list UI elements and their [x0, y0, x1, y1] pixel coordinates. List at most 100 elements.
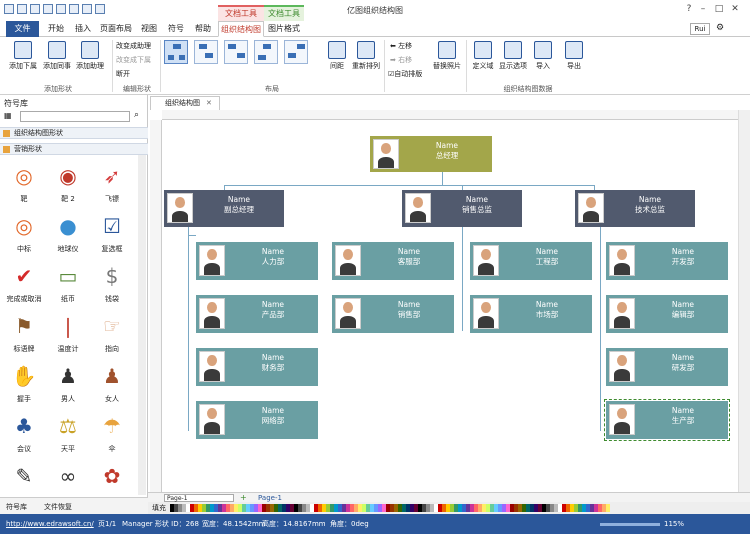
tab-insert[interactable]: 插入	[71, 21, 95, 37]
shape-target-2[interactable]: ◉ 靶 2	[46, 161, 90, 204]
minimize-icon[interactable]: –	[696, 3, 710, 15]
org-node-sales-director[interactable]: Name 销售总监	[402, 190, 522, 227]
shape-banknote[interactable]: ▭ 纸币	[46, 261, 90, 304]
add-assistant-button[interactable]: 添加助理	[75, 41, 105, 71]
drawing-canvas[interactable]: Name 总经理 Name 副总经理 Name 销售总监 Name 技术总监 Name 人…	[162, 120, 738, 492]
tab-file[interactable]: 文件	[6, 21, 39, 37]
shape-globe[interactable]: ● 地球仪	[46, 211, 90, 254]
import-button[interactable]: 导入	[531, 41, 555, 71]
org-node-vice-gm[interactable]: Name 副总经理	[164, 190, 284, 227]
shape-flower[interactable]: ✿	[90, 461, 134, 494]
window-title: 亿图组织结构图	[347, 6, 403, 15]
document-tab[interactable]: 组织结构图 ✕	[150, 96, 220, 110]
tab-help[interactable]: 帮助	[191, 21, 215, 37]
connector	[224, 185, 594, 186]
target-2-icon: ◉	[59, 164, 77, 188]
shape-handshake[interactable]: ✋ 握手	[2, 361, 46, 404]
replace-photo-button[interactable]: 替换照片	[432, 41, 462, 71]
org-node-hr[interactable]: Name 人力部	[196, 242, 318, 280]
context-group-org: 文档工具	[218, 5, 264, 21]
close-tab-icon[interactable]: ✕	[206, 99, 212, 107]
avatar	[473, 298, 499, 329]
rearrange-button[interactable]: 重新排列	[350, 41, 382, 71]
shape-dart[interactable]: ➶ 飞镖	[90, 161, 134, 204]
category-marketing-shapes[interactable]: 营销形状	[0, 143, 148, 155]
display-options-button[interactable]: 显示选项	[498, 41, 528, 71]
shape-umbrella[interactable]: ☂ 伞	[90, 411, 134, 454]
org-node-engineering[interactable]: Name 工程部	[470, 242, 592, 280]
shape-signpost[interactable]: ⚑ 标语牌	[2, 311, 46, 354]
tab-symbols[interactable]: 符号	[164, 21, 188, 37]
layout-option-2[interactable]	[194, 40, 218, 64]
add-page-icon[interactable]: +	[240, 493, 247, 502]
color-swatch[interactable]	[606, 504, 610, 512]
tab-org-chart[interactable]: 组织结构图	[218, 21, 264, 37]
change-to-subordinate-button[interactable]: 改变成下属	[116, 55, 151, 65]
org-node-ceo[interactable]: Name 总经理	[370, 136, 492, 172]
website-link[interactable]: http://www.edrawsoft.cn/	[6, 514, 94, 534]
org-node-finance[interactable]: Name 财务部	[196, 348, 318, 386]
page-selector[interactable]: Page-1	[164, 494, 234, 502]
tab-view[interactable]: 视图	[137, 21, 161, 37]
shape-bullseye[interactable]: ◎ 中标	[2, 211, 46, 254]
shape-man[interactable]: ♟ 男人	[46, 361, 90, 404]
shape-money-bag[interactable]: $ 钱袋	[90, 261, 134, 304]
tab-home[interactable]: 开始	[44, 21, 68, 37]
shape-glasses[interactable]: ∞	[46, 461, 90, 494]
org-node-development[interactable]: Name 开发部	[606, 242, 728, 280]
close-icon[interactable]: ✕	[728, 3, 742, 15]
layout-option-5[interactable]	[284, 40, 308, 64]
library-search-input[interactable]	[20, 111, 130, 122]
shape-scale[interactable]: ⚖ 天平	[46, 411, 90, 454]
maximize-icon[interactable]: □	[712, 3, 726, 15]
tab-picture-format[interactable]: 图片格式	[265, 21, 303, 37]
zoom-slider[interactable]	[600, 523, 660, 526]
org-node-sales[interactable]: Name 销售部	[332, 295, 454, 333]
export-button[interactable]: 导出	[562, 41, 586, 71]
layout-option-1[interactable]	[164, 40, 188, 64]
shape-checkbox[interactable]: ☑ 复选框	[90, 211, 134, 254]
layout-option-3[interactable]	[224, 40, 248, 64]
shape-done-cancel[interactable]: ✔ 完成或取消	[2, 261, 46, 304]
tab-symbol-library[interactable]: 符号库	[6, 502, 27, 512]
shape-thermometer[interactable]: ❘ 温度计	[46, 311, 90, 354]
layout-option-4[interactable]	[254, 40, 278, 64]
tab-file-recovery[interactable]: 文件恢复	[44, 502, 72, 512]
change-to-assistant-button[interactable]: 改变成助理	[116, 41, 151, 51]
shape-woman[interactable]: ♟ 女人	[90, 361, 134, 404]
divider	[384, 40, 385, 92]
spacing-button[interactable]: 间距	[326, 41, 348, 71]
add-colleague-button[interactable]: 添加同事	[42, 41, 72, 71]
rearrange-icon	[357, 41, 375, 59]
shape-meeting[interactable]: ♣ 会议	[2, 411, 46, 454]
org-node-rnd[interactable]: Name 研发部	[606, 348, 728, 386]
library-menu-icon[interactable]: ▦	[4, 111, 12, 120]
define-field-button[interactable]: 定义域	[470, 41, 496, 71]
page-tab-active[interactable]: Page-1	[258, 494, 282, 502]
help-icon[interactable]: ?	[682, 3, 696, 15]
gear-icon[interactable]: ⚙	[716, 23, 724, 33]
tab-page-layout[interactable]: 页面布局	[99, 21, 133, 37]
connector	[188, 235, 196, 236]
shape-pencil[interactable]: ✎	[2, 461, 46, 494]
category-org-shapes[interactable]: 组织结构图形状	[0, 127, 148, 139]
org-node-customer-service[interactable]: Name 客服部	[332, 242, 454, 280]
move-right-button[interactable]: ➡ 右移	[390, 55, 412, 65]
org-node-tech-director[interactable]: Name 技术总监	[575, 190, 695, 227]
disconnect-button[interactable]: 断开	[116, 69, 130, 79]
move-left-button[interactable]: ⬅ 左移	[390, 41, 412, 51]
org-node-production-selected[interactable]: Name 生产部	[604, 399, 730, 441]
shape-target[interactable]: ◎ 靶	[2, 161, 46, 204]
org-node-editorial[interactable]: Name 编辑部	[606, 295, 728, 333]
user-account[interactable]: Rui	[690, 23, 710, 35]
add-subordinate-button[interactable]: 添加下属	[8, 41, 38, 71]
library-scrollbar[interactable]	[138, 155, 146, 495]
org-node-product[interactable]: Name 产品部	[196, 295, 318, 333]
org-node-marketing[interactable]: Name 市场部	[470, 295, 592, 333]
shape-pointing[interactable]: ☞ 指向	[90, 311, 134, 354]
search-icon[interactable]: ⌕	[134, 110, 139, 120]
auto-layout-checkbox[interactable]: ☑自动排版	[388, 69, 422, 79]
color-palette[interactable]: 填充	[148, 502, 750, 514]
vertical-scrollbar[interactable]	[738, 110, 750, 492]
org-node-network[interactable]: Name 网络部	[196, 401, 318, 439]
